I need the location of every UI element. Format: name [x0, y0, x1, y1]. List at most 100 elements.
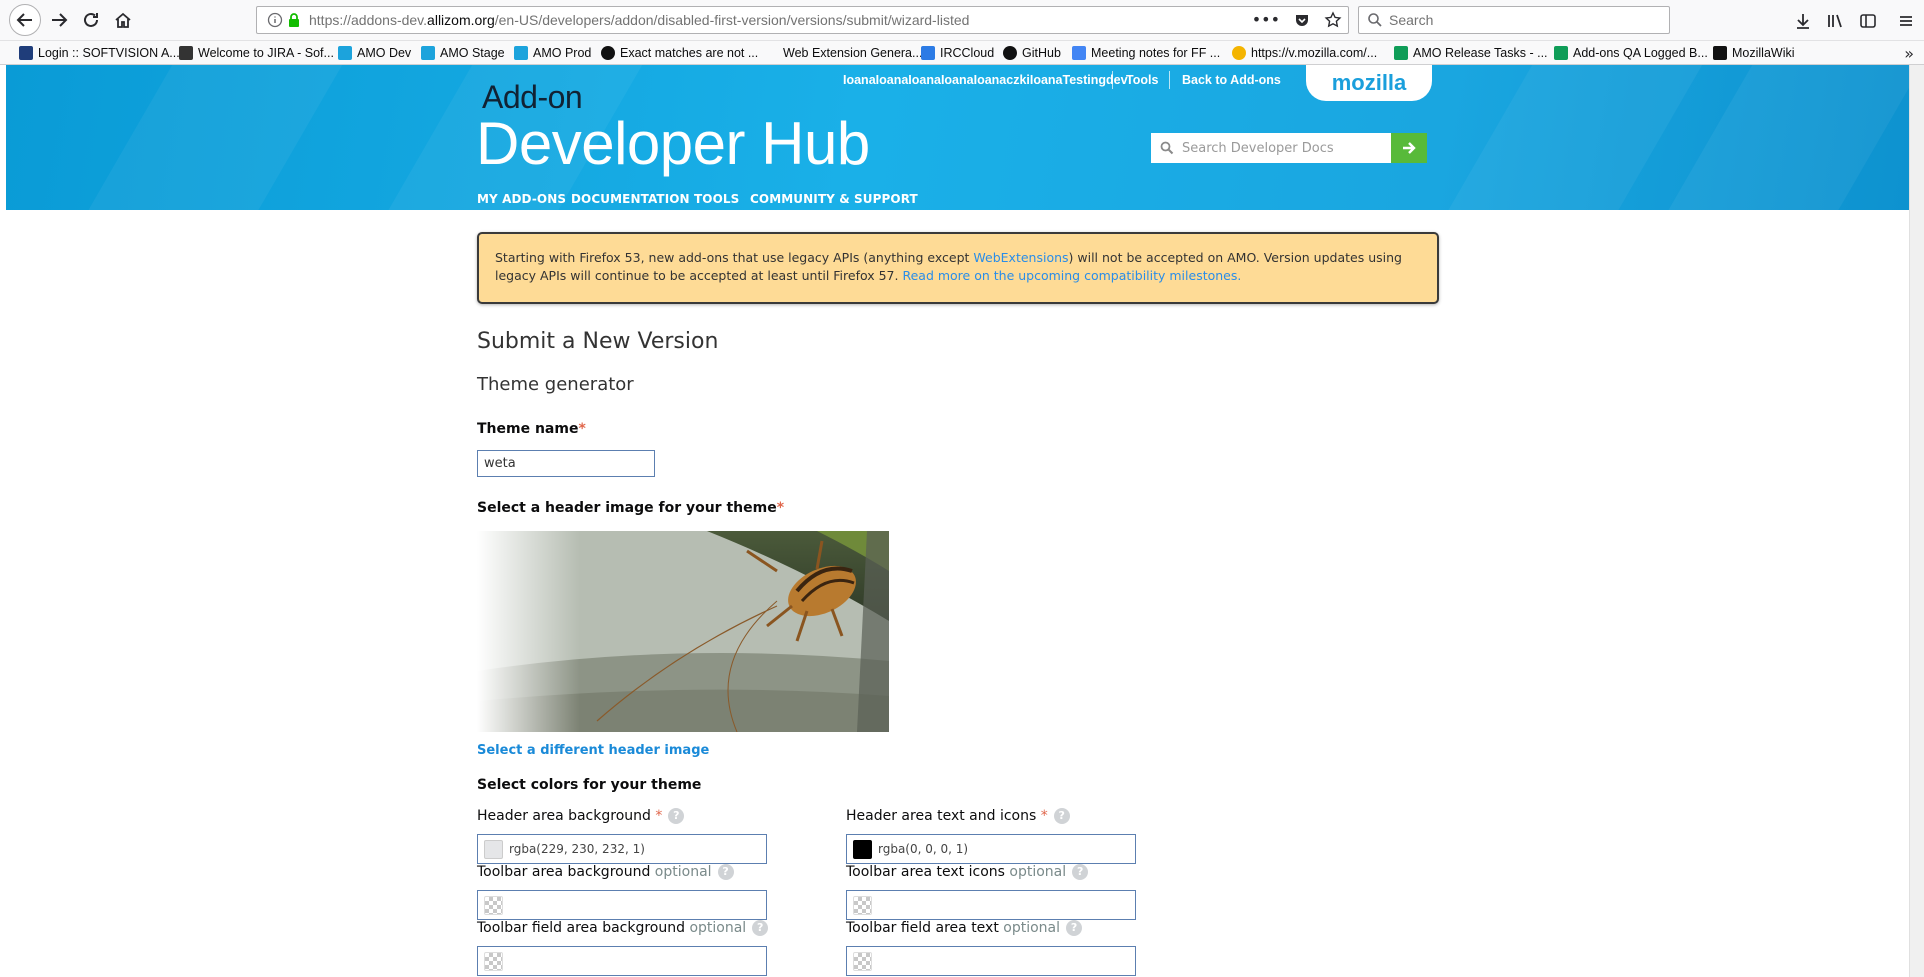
irccloud-icon [921, 46, 935, 60]
page-title: Submit a New Version [477, 329, 719, 354]
download-icon [1797, 14, 1809, 29]
help-icon[interactable]: ? [752, 920, 769, 936]
nav-tools[interactable]: TOOLS [694, 192, 739, 206]
bookmark-item[interactable]: AMO Dev [338, 44, 411, 62]
bookmarks-overflow-button[interactable]: » [1904, 44, 1914, 63]
doc-search-submit-button[interactable] [1391, 133, 1427, 163]
nav-documentation[interactable]: DOCUMENTATION [571, 192, 690, 206]
color-swatch[interactable] [853, 839, 872, 859]
home-button[interactable] [108, 5, 138, 35]
downloads-button[interactable] [1790, 8, 1816, 34]
color-swatch[interactable] [853, 895, 872, 915]
search-icon [1368, 13, 1382, 27]
page-content: Add-on Developer Hub IoanaIoanaIoanaIoan… [6, 65, 1909, 977]
arrow-right-icon [1403, 142, 1416, 154]
toolbar-text-label: Toolbar area text icons optional? [846, 864, 1089, 880]
sidebar-button[interactable] [1855, 8, 1881, 34]
help-icon[interactable]: ? [1072, 864, 1089, 880]
help-icon[interactable]: ? [1066, 920, 1083, 936]
github-icon [1003, 46, 1017, 60]
page-actions-icon[interactable]: ••• [1252, 10, 1280, 29]
help-icon[interactable]: ? [717, 864, 734, 880]
header-image-preview [477, 531, 889, 732]
help-icon[interactable]: ? [1053, 808, 1070, 824]
bookmark-item[interactable]: Add-ons QA Logged B... [1554, 44, 1708, 62]
back-to-addons-link[interactable]: Back to Add-ons [1182, 73, 1281, 87]
google-docs-icon [1072, 46, 1086, 60]
google-sheets-icon [1554, 46, 1568, 60]
bookmark-item[interactable]: GitHub [1003, 44, 1061, 62]
compatibility-milestones-link[interactable]: Read more on the upcoming compatibility … [902, 268, 1241, 283]
color-swatch[interactable] [484, 895, 503, 915]
doc-search-input[interactable] [1182, 140, 1382, 156]
nav-community-support[interactable]: COMMUNITY & SUPPORT [750, 192, 918, 206]
bookmark-item[interactable]: AMO Release Tasks - ... [1394, 44, 1548, 62]
weta-photo [477, 531, 889, 732]
reload-icon [84, 12, 98, 27]
header-image-label: Select a header image for your theme* [477, 500, 785, 516]
bookmark-favicon-icon [19, 46, 33, 60]
bookmark-item[interactable]: MozillaWiki [1713, 44, 1795, 62]
select-different-header-link[interactable]: Select a different header image [477, 743, 709, 758]
page-scrollbar[interactable] [1909, 65, 1924, 977]
bookmark-item[interactable]: Exact matches are not ... [601, 44, 758, 62]
color-swatch[interactable] [484, 951, 503, 971]
tools-link[interactable]: Tools [1126, 73, 1158, 87]
bookmark-item[interactable]: Meeting notes for FF ... [1072, 44, 1220, 62]
doc-search-box[interactable] [1151, 133, 1391, 163]
bookmark-favicon-icon [514, 46, 528, 60]
back-button[interactable] [9, 4, 41, 36]
header-bg-color-input[interactable]: rgba(229, 230, 232, 1) [477, 834, 767, 864]
section-title: Theme generator [477, 374, 634, 395]
browser-toolbar: https://addons-dev.allizom.org/en-US/dev… [0, 0, 1924, 41]
github-icon [601, 46, 615, 60]
globe-icon [1232, 46, 1246, 60]
lock-icon[interactable] [287, 12, 301, 28]
browser-search-input[interactable] [1389, 12, 1649, 28]
search-icon [1160, 141, 1174, 155]
reload-button[interactable] [76, 5, 106, 35]
browser-search-bar[interactable] [1358, 6, 1670, 34]
menu-button[interactable] [1893, 8, 1919, 34]
bookmark-item[interactable]: Login :: SOFTVISION A... [19, 44, 180, 62]
toolbar-field-bg-color-input[interactable] [477, 946, 767, 976]
toolbar-field-bg-label: Toolbar field area background optional? [477, 920, 769, 936]
nav-my-addons[interactable]: MY ADD-ONS [477, 192, 566, 206]
bookmark-favicon-icon [179, 46, 193, 60]
mediawiki-icon [1713, 46, 1727, 60]
color-swatch[interactable] [484, 839, 503, 859]
webextensions-link[interactable]: WebExtensions [973, 250, 1068, 265]
bookmark-item[interactable]: AMO Prod [514, 44, 591, 62]
theme-name-label: Theme name* [477, 421, 586, 437]
toolbar-bg-label: Toolbar area background optional? [477, 864, 734, 880]
help-icon[interactable]: ? [668, 808, 685, 824]
bookmark-item[interactable]: IRCCloud [921, 44, 994, 62]
bookmark-star-icon[interactable] [1324, 10, 1342, 29]
library-button[interactable] [1822, 8, 1848, 34]
url-text: https://addons-dev.allizom.org/en-US/dev… [309, 12, 970, 28]
header-bg-label: Header area background *? [477, 808, 685, 824]
url-bar[interactable]: https://addons-dev.allizom.org/en-US/dev… [256, 6, 1349, 34]
bookmark-item[interactable]: Web Extension Genera... [764, 44, 922, 62]
arrow-left-icon [16, 13, 32, 27]
bookmark-item[interactable]: Welcome to JIRA - Sof... [179, 44, 334, 62]
hamburger-icon [1900, 16, 1912, 26]
compatibility-notice: Starting with Firefox 53, new add-ons th… [477, 232, 1439, 304]
header-text-color-input[interactable]: rgba(0, 0, 0, 1) [846, 834, 1136, 864]
bookmark-item[interactable]: AMO Stage [421, 44, 505, 62]
pocket-icon[interactable] [1294, 12, 1310, 28]
color-swatch[interactable] [853, 951, 872, 971]
toolbar-field-text-label: Toolbar field area text optional? [846, 920, 1083, 936]
toolbar-bg-color-input[interactable] [477, 890, 767, 920]
forward-button[interactable] [44, 5, 74, 35]
username-link[interactable]: IoanaIoanaIoanaIoanaIoanaczkiIoanaTestin… [843, 73, 1128, 87]
site-title[interactable]: Developer Hub [476, 109, 870, 178]
info-icon[interactable] [267, 12, 283, 28]
theme-name-input[interactable] [477, 450, 655, 477]
mozilla-logo[interactable]: mozilla [1306, 65, 1432, 101]
bookmark-item[interactable]: https://v.mozilla.com/... [1232, 44, 1377, 62]
toolbar-field-text-color-input[interactable] [846, 946, 1136, 976]
toolbar-text-color-input[interactable] [846, 890, 1136, 920]
sidebar-icon [1860, 14, 1876, 28]
bookmark-favicon-icon [764, 46, 778, 60]
